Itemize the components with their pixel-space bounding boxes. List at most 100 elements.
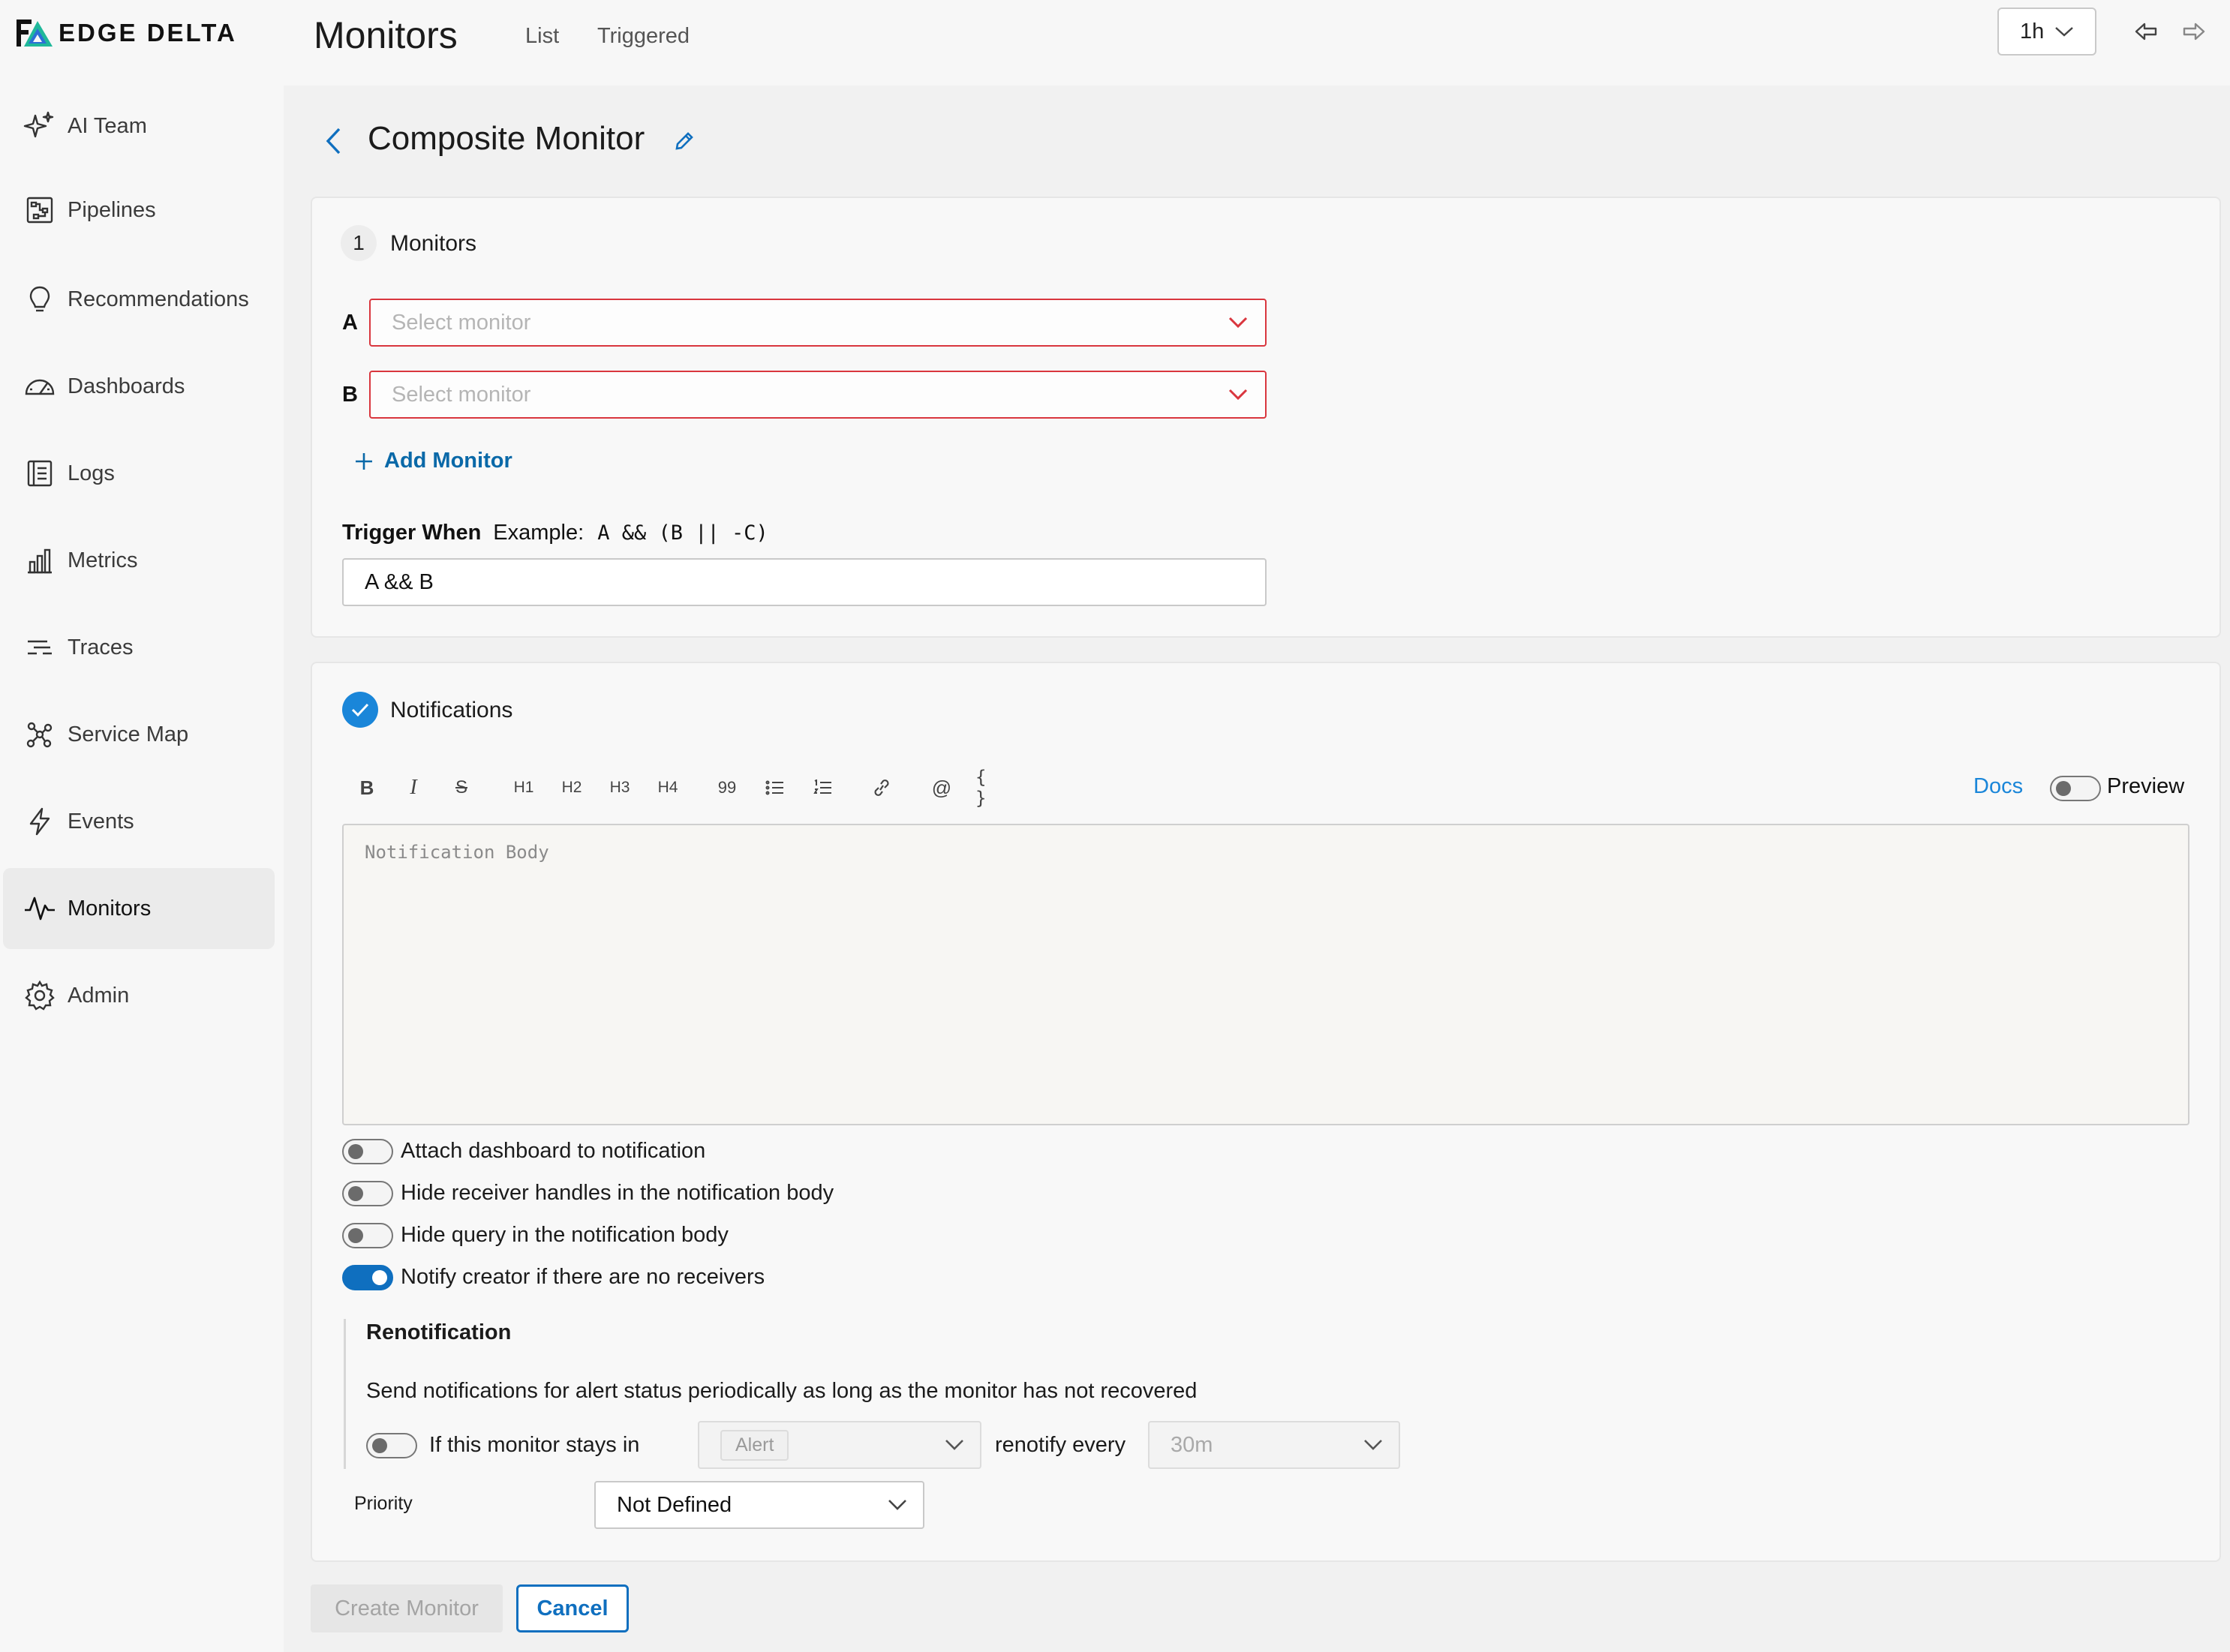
plus-icon [356,452,372,470]
interval-select[interactable]: 30m [1148,1421,1400,1469]
sidebar-item-label: Dashboards [68,374,185,398]
gauge-icon [23,369,57,404]
cancel-button[interactable]: Cancel [516,1584,629,1632]
hide-receiver-handles-toggle[interactable] [342,1181,393,1206]
preview-toggle[interactable] [2050,776,2101,801]
select-placeholder: Select monitor [392,382,531,407]
code-block-button[interactable]: { } [975,767,1005,809]
renotification-divider [344,1319,346,1469]
chevron-down-icon [945,1440,963,1450]
attach-dashboard-toggle[interactable] [342,1139,393,1164]
bold-button[interactable]: B [356,773,378,803]
bullet-list-button[interactable] [762,773,788,803]
renotify-every-label: renotify every [995,1433,1126,1457]
monitor-row-letter: A [342,311,358,335]
monitor-b-select[interactable]: Select monitor [369,371,1267,419]
sidebar-item-monitors[interactable]: Monitors [3,868,275,949]
link-icon [874,779,889,796]
sidebar-item-service-map[interactable]: Service Map [3,694,275,775]
strikethrough-button[interactable]: S [450,773,473,803]
toggle-knob [348,1186,363,1201]
mention-button[interactable]: @ [929,773,954,803]
heading-1-button[interactable]: H1 [509,773,539,803]
notifications-checkbox[interactable] [342,692,378,728]
edit-title-button[interactable] [671,128,698,155]
quote-button[interactable]: 99 [714,773,740,803]
trigger-when-row: Trigger When Example: A && (B || -C) [342,521,768,545]
preview-label: Preview [2107,774,2185,798]
sidebar-item-admin[interactable]: Admin [3,955,275,1036]
history-back-button[interactable] [2131,17,2161,47]
step-badge: 1 [341,225,377,261]
heading-4-button[interactable]: H4 [653,773,683,803]
sidebar-item-pipelines[interactable]: Pipelines [3,170,275,251]
ordered-list-icon [813,779,831,794]
docs-link[interactable]: Docs [1973,774,2023,799]
trigger-expression-input[interactable]: A && B [342,558,1267,606]
hide-query-toggle[interactable] [342,1223,393,1248]
sidebar-item-label: Admin [68,983,130,1008]
select-placeholder: Select monitor [392,310,531,335]
chevron-down-icon [888,1500,906,1510]
editor-placeholder: Notification Body [365,842,549,863]
monitor-a-select[interactable]: Select monitor [369,299,1267,347]
toggle-knob [2056,781,2071,796]
sparkles-icon [23,109,57,143]
hide-query-label: Hide query in the notification body [401,1223,729,1247]
sidebar-item-label: Recommendations [68,287,249,311]
sidebar-item-metrics[interactable]: Metrics [3,520,275,601]
example-code: A && (B || -C) [597,521,768,545]
priority-select[interactable]: Not Defined [594,1481,924,1529]
toggle-knob [348,1228,363,1243]
create-monitor-button[interactable]: Create Monitor [311,1584,503,1632]
monitor-row-letter: B [342,383,358,407]
gear-icon [23,978,57,1013]
sidebar-item-label: Monitors [68,896,152,921]
sidebar-item-label: AI Team [68,113,147,138]
interval-value: 30m [1171,1432,1213,1457]
time-range-select[interactable]: 1h [1997,8,2096,56]
heading-3-button[interactable]: H3 [605,773,635,803]
page-title: Monitors [314,14,458,56]
notification-body-editor[interactable]: Notification Body [342,824,2189,1125]
tab-list[interactable]: List [525,24,559,49]
tab-triggered[interactable]: Triggered [597,24,690,49]
renotify-toggle[interactable] [366,1433,417,1458]
sidebar-item-events[interactable]: Events [3,781,275,862]
notify-creator-toggle[interactable] [342,1265,393,1290]
hide-receiver-handles-label: Hide receiver handles in the notificatio… [401,1181,834,1205]
link-button[interactable] [869,773,894,803]
status-chip: Alert [720,1429,789,1461]
notifications-label: Notifications [390,698,513,722]
sidebar-item-label: Traces [68,635,134,659]
example-label: Example: [493,521,585,545]
sidebar-item-logs[interactable]: Logs [3,433,275,514]
brand-logo[interactable]: EDGE DELTA [15,17,237,50]
sidebar-item-recommendations[interactable]: Recommendations [3,259,275,340]
sidebar-item-traces[interactable]: Traces [3,607,275,688]
back-button[interactable] [318,123,348,159]
history-forward-button[interactable] [2179,17,2209,47]
sidebar-item-label: Metrics [68,548,138,572]
renotification-description: Send notifications for alert status peri… [366,1379,1198,1403]
stays-in-label: If this monitor stays in [429,1433,640,1457]
arrow-right-icon [2183,23,2205,41]
monitors-section-label: Monitors [390,231,477,256]
checkmark-icon [351,703,369,717]
sidebar-item-ai-team[interactable]: AI Team [3,86,275,167]
network-icon [23,717,57,752]
ordered-list-button[interactable] [810,773,836,803]
italic-button[interactable]: I [402,773,425,803]
add-monitor-button[interactable]: Add Monitor [354,449,512,473]
chevron-left-icon [326,128,341,155]
time-range-value: 1h [2020,19,2045,44]
attach-dashboard-label: Attach dashboard to notification [401,1139,706,1163]
sidebar-item-label: Service Map [68,722,189,746]
status-select[interactable]: Alert [698,1421,981,1469]
sidebar-item-dashboards[interactable]: Dashboards [3,346,275,427]
sidebar-item-label: Logs [68,461,115,485]
arrow-left-icon [2135,23,2157,41]
trigger-when-label: Trigger When [342,521,482,545]
heading-2-button[interactable]: H2 [557,773,587,803]
toggle-knob [372,1438,387,1453]
